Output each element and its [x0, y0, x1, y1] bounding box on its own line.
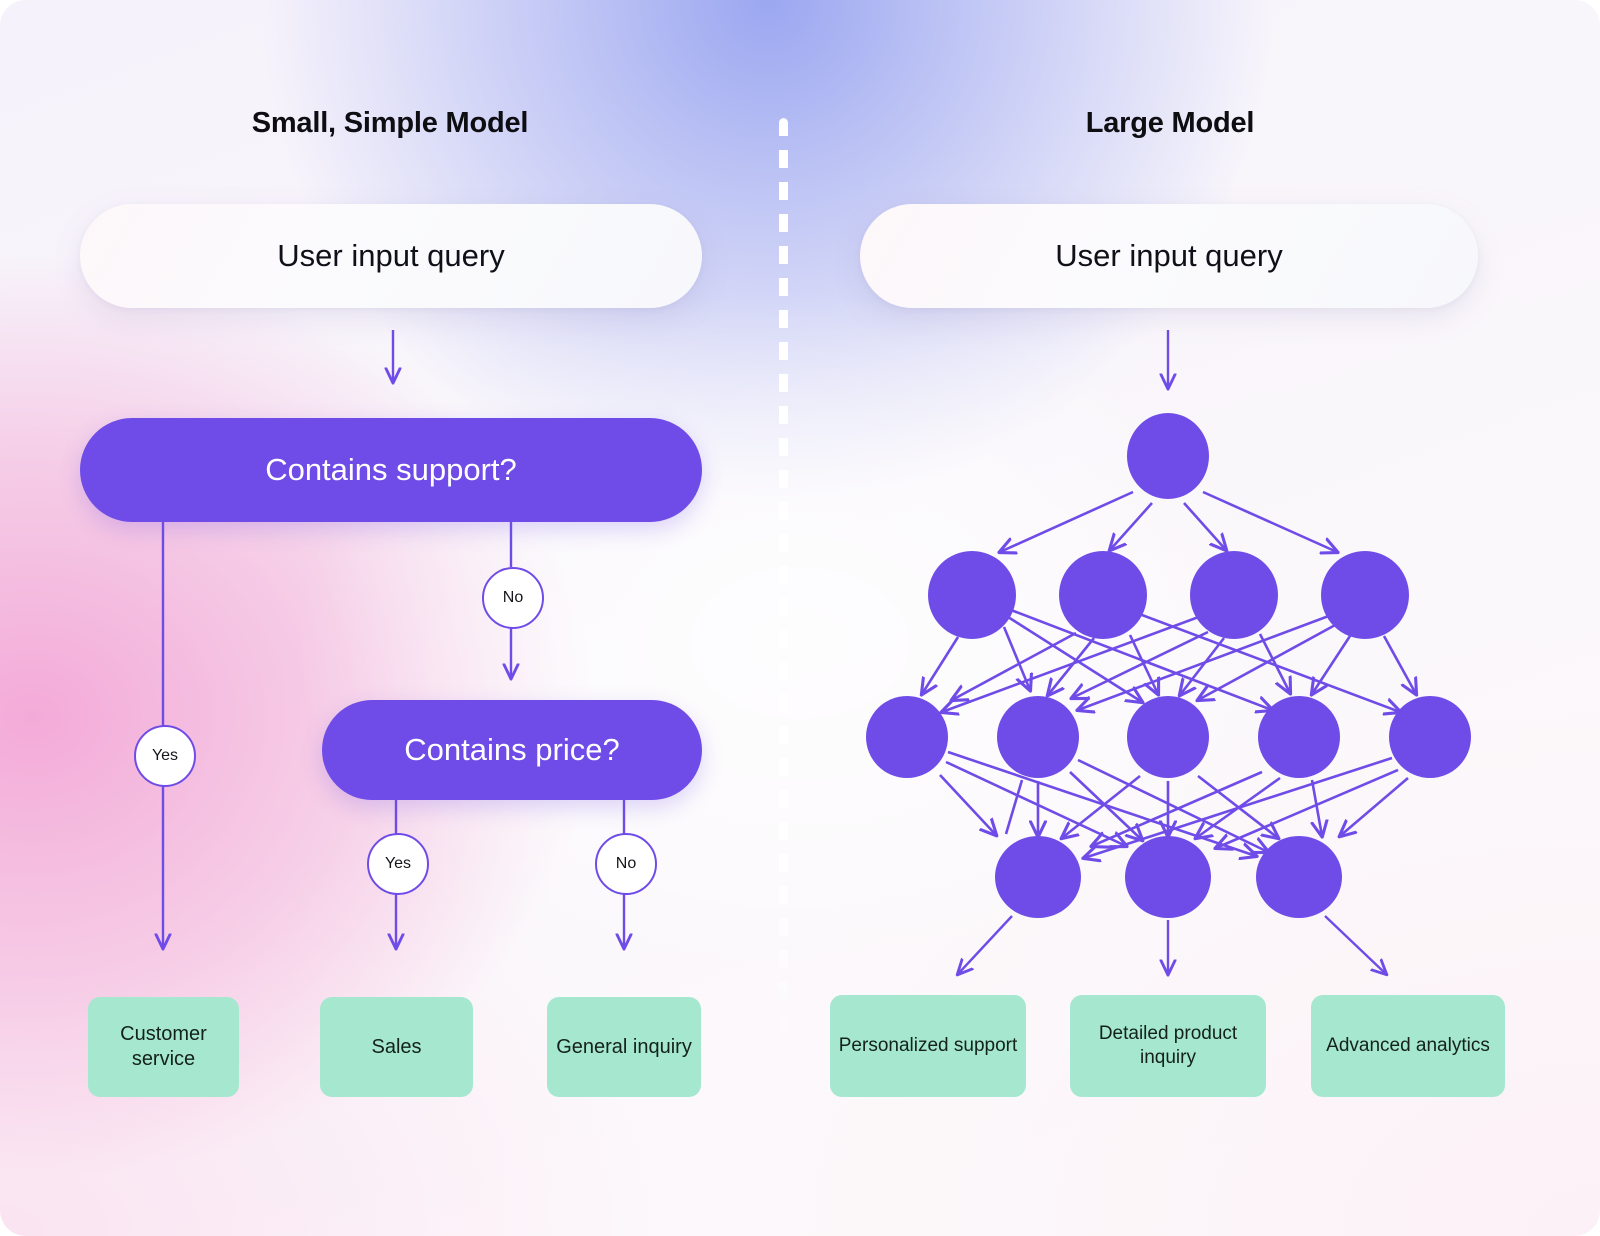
node-h2-1 — [997, 696, 1079, 778]
decision-contains-support[interactable]: Contains support? — [80, 418, 702, 522]
node-h2-4 — [1389, 696, 1471, 778]
node-h2-3 — [1258, 696, 1340, 778]
edges-output-to-results — [958, 915, 1386, 974]
node-input-0 — [1127, 413, 1209, 499]
outcome-customer-service[interactable]: Customer service — [88, 997, 239, 1097]
right-panel-title: Large Model — [1085, 107, 1255, 139]
decision-contains-support-label: Contains support? — [265, 452, 517, 487]
node-out-1 — [1125, 836, 1211, 918]
branch-label-price-yes[interactable]: Yes — [367, 833, 429, 895]
branch-label-price-no-text: No — [615, 855, 637, 872]
outcome-advanced-analytics[interactable]: Advanced analytics — [1311, 995, 1505, 1097]
edges-input-to-hidden1 — [1000, 490, 1337, 552]
outcome-personalized-support-label: Personalized support — [838, 1035, 1018, 1057]
branch-label-support-yes-text: Yes — [151, 747, 179, 764]
node-h1-0 — [928, 551, 1016, 639]
diagram-canvas: Small, Simple Model User input query Con… — [0, 0, 1600, 1236]
node-h2-0 — [866, 696, 948, 778]
node-h1-1 — [1059, 551, 1147, 639]
node-h1-2 — [1190, 551, 1278, 639]
left-user-input-query-label: User input query — [277, 238, 505, 273]
outcome-sales[interactable]: Sales — [320, 997, 473, 1097]
branch-label-price-yes-text: Yes — [384, 855, 412, 872]
right-user-input-query-label: User input query — [1055, 238, 1283, 273]
branch-label-support-yes[interactable]: Yes — [134, 725, 196, 787]
outcome-advanced-analytics-label: Advanced analytics — [1326, 1035, 1490, 1057]
outcome-sales-label: Sales — [371, 1035, 422, 1058]
node-h1-3 — [1321, 551, 1409, 639]
decision-contains-price-label: Contains price? — [404, 732, 620, 767]
branch-label-price-no[interactable]: No — [595, 833, 657, 895]
outcome-customer-service-label: Customer service — [120, 1023, 207, 1070]
panel-divider — [779, 118, 788, 1108]
left-user-input-query[interactable]: User input query — [80, 204, 702, 308]
left-panel-title: Small, Simple Model — [251, 107, 529, 139]
right-user-input-query[interactable]: User input query — [860, 204, 1478, 308]
node-out-2 — [1256, 836, 1342, 918]
outcome-detailed-product-inquiry[interactable]: Detailed product inquiry — [1070, 995, 1266, 1097]
node-h2-2 — [1127, 696, 1209, 778]
outcome-personalized-support[interactable]: Personalized support — [830, 995, 1026, 1097]
decision-contains-price[interactable]: Contains price? — [322, 700, 702, 800]
node-out-0 — [995, 836, 1081, 918]
branch-label-support-no[interactable]: No — [482, 567, 544, 629]
outcome-detailed-product-inquiry-label: Detailed product inquiry — [1098, 1023, 1238, 1068]
outcome-general-inquiry[interactable]: General inquiry — [547, 997, 701, 1097]
outcome-general-inquiry-label: General inquiry — [556, 1035, 692, 1058]
branch-label-support-no-text: No — [502, 589, 524, 606]
network-nodes — [866, 413, 1471, 918]
